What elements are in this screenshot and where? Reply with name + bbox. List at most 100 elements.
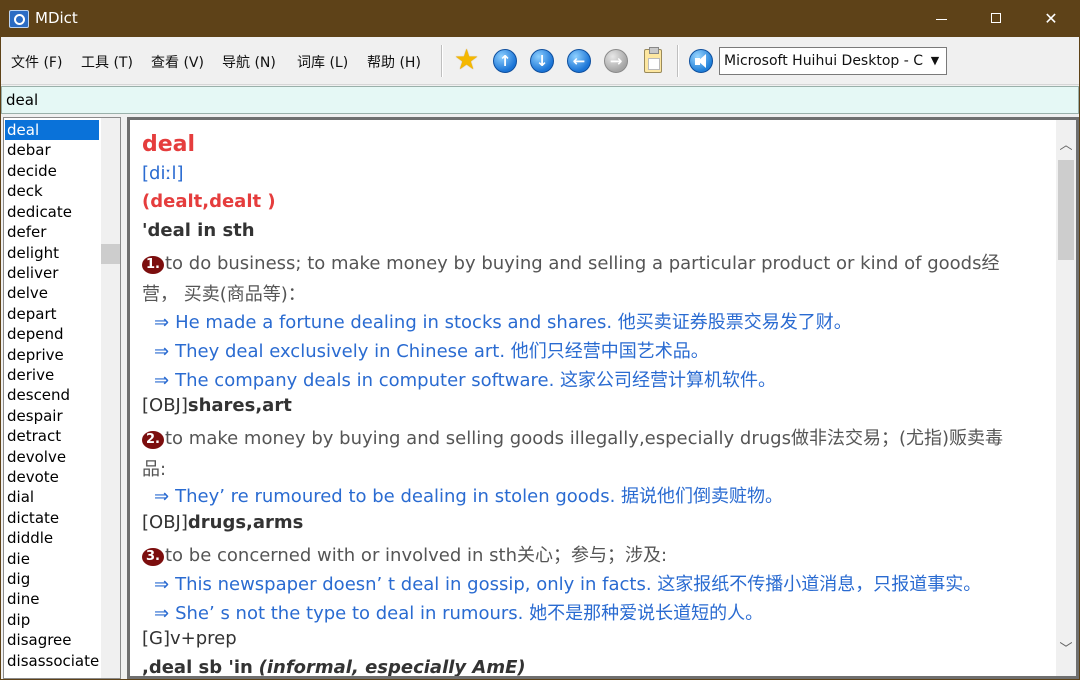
verb-forms: (dealt,dealt ) xyxy=(142,191,276,212)
list-item[interactable]: dedicate xyxy=(5,202,99,222)
example-arrow-icon: ⇒ xyxy=(154,370,170,391)
back-button[interactable]: ← xyxy=(565,47,593,75)
toolbar-separator xyxy=(441,45,443,77)
voice-selected-value: Microsoft Huihui Desktop - C xyxy=(724,53,924,69)
definition-scroll-thumb[interactable] xyxy=(1058,160,1074,260)
definition-scrollbar[interactable]: ︿ ﹀ xyxy=(1056,120,1076,676)
clipboard-button[interactable] xyxy=(639,47,667,75)
list-item[interactable]: deprive xyxy=(5,345,99,365)
menu-tools[interactable]: 工具 (T) xyxy=(81,52,133,72)
sense-2-continued: 品: xyxy=(142,459,167,480)
list-item[interactable]: deck xyxy=(5,181,99,201)
list-item[interactable]: deal xyxy=(5,120,99,140)
example-sentence: ⇒ He made a fortune dealing in stocks and… xyxy=(154,312,852,333)
clipboard-icon xyxy=(644,47,662,73)
sense-number: 3. xyxy=(142,548,164,566)
menu-help[interactable]: 帮助 (H) xyxy=(367,52,421,72)
close-icon: ✕ xyxy=(1044,9,1058,28)
list-item[interactable]: dictate xyxy=(5,508,99,528)
list-item[interactable]: decide xyxy=(5,161,99,181)
list-item[interactable]: disassociate xyxy=(5,651,99,671)
headword: deal xyxy=(142,132,196,157)
list-item[interactable]: dip xyxy=(5,610,99,630)
sense-number: 2. xyxy=(142,431,164,449)
sense-1-continued: 营， 买卖(商品等)： xyxy=(142,284,306,305)
forward-button[interactable]: → xyxy=(602,47,630,75)
list-item[interactable]: dine xyxy=(5,589,99,609)
sense-2: 2. to make money by buying and selling go… xyxy=(142,424,1003,450)
example-arrow-icon: ⇒ xyxy=(154,603,170,624)
grammar-code: [G]v+prep xyxy=(142,628,237,649)
search-bar xyxy=(1,86,1079,114)
grammar-pattern: [OBJ]drugs,arms xyxy=(142,512,304,533)
window-title: MDict xyxy=(35,9,78,27)
scroll-down-icon[interactable]: ﹀ xyxy=(1056,640,1076,660)
minimize-icon xyxy=(936,19,947,20)
scroll-up-icon[interactable]: ︿ xyxy=(1056,136,1076,156)
list-item[interactable]: defer xyxy=(5,222,99,242)
example-sentence: ⇒ This newspaper doesn’ t deal in gossip,… xyxy=(154,574,982,595)
word-list-scrollbar[interactable] xyxy=(101,118,120,678)
minimize-button[interactable] xyxy=(913,1,969,37)
arrow-left-icon: ← xyxy=(567,49,591,73)
sense-text: to be concerned with or involved in sth关… xyxy=(165,545,668,566)
example-arrow-icon: ⇒ xyxy=(154,574,170,595)
sense-3: 3. to be concerned with or involved in st… xyxy=(142,541,667,567)
word-list: deal debar decide deck dedicate defer de… xyxy=(3,117,121,679)
sense-text: to do business; to make money by buying … xyxy=(165,253,1000,274)
list-item[interactable]: descend xyxy=(5,385,99,405)
example-sentence: ⇒ They’ re rumoured to be dealing in stol… xyxy=(154,486,784,507)
previous-word-button[interactable]: ↑ xyxy=(491,47,519,75)
mdict-window: MDict ✕ 文件 (F) 工具 (T) 查看 (V) 导航 (N) 词库 (… xyxy=(0,0,1080,680)
voice-select[interactable]: Microsoft Huihui Desktop - C ▼ xyxy=(719,47,947,75)
speak-button[interactable] xyxy=(687,47,715,75)
maximize-button[interactable] xyxy=(968,1,1024,37)
menu-library[interactable]: 词库 (L) xyxy=(297,52,348,72)
list-item[interactable]: dial xyxy=(5,487,99,507)
toolbar-separator xyxy=(677,45,679,77)
list-item[interactable]: detract xyxy=(5,426,99,446)
phrasal-heading: ,deal sb 'in (informal, especially AmE) xyxy=(142,657,526,678)
mdict-logo-icon xyxy=(9,10,29,28)
list-item[interactable]: derive xyxy=(5,365,99,385)
list-item[interactable]: deliver xyxy=(5,263,99,283)
menu-view[interactable]: 查看 (V) xyxy=(151,52,204,72)
menu-toolbar: 文件 (F) 工具 (T) 查看 (V) 导航 (N) 词库 (L) 帮助 (H… xyxy=(1,37,1079,85)
star-icon: ★ xyxy=(454,43,480,76)
example-sentence: ⇒ The company deals in computer software.… xyxy=(154,370,777,391)
list-item[interactable]: depend xyxy=(5,324,99,344)
grammar-pattern: [OBJ]shares,art xyxy=(142,395,292,416)
list-item[interactable]: devote xyxy=(5,467,99,487)
word-list-scroll-thumb[interactable] xyxy=(101,244,120,264)
search-input[interactable] xyxy=(6,90,906,110)
chevron-down-icon[interactable]: ▼ xyxy=(926,51,944,71)
list-item[interactable]: delve xyxy=(5,283,99,303)
list-item[interactable]: depart xyxy=(5,304,99,324)
list-item[interactable]: despair xyxy=(5,406,99,426)
speaker-icon xyxy=(689,49,713,73)
title-bar: MDict ✕ xyxy=(1,1,1079,37)
list-item[interactable]: diddle xyxy=(5,528,99,548)
phonetic: [diːl] xyxy=(142,163,184,184)
close-button[interactable]: ✕ xyxy=(1023,1,1079,37)
list-item[interactable]: devolve xyxy=(5,447,99,467)
phrasal-heading: 'deal in sth xyxy=(142,220,255,241)
favorite-button[interactable]: ★ xyxy=(454,43,482,76)
arrow-up-icon: ↑ xyxy=(493,49,517,73)
list-item[interactable]: debar xyxy=(5,140,99,160)
list-item[interactable]: delight xyxy=(5,243,99,263)
example-arrow-icon: ⇒ xyxy=(154,486,170,507)
next-word-button[interactable]: ↓ xyxy=(528,47,556,75)
definition-pane: deal [diːl] (dealt,dealt ) 'deal in sth … xyxy=(127,117,1079,679)
sense-1: 1. to do business; to make money by buyin… xyxy=(142,249,1000,275)
sense-text: to make money by buying and selling good… xyxy=(165,428,1004,449)
list-item[interactable]: die xyxy=(5,549,99,569)
example-arrow-icon: ⇒ xyxy=(154,341,170,362)
menu-navigate[interactable]: 导航 (N) xyxy=(222,52,276,72)
menu-file[interactable]: 文件 (F) xyxy=(11,52,62,72)
sense-number: 1. xyxy=(142,256,164,274)
arrow-right-icon: → xyxy=(604,49,628,73)
list-item[interactable]: dig xyxy=(5,569,99,589)
list-item[interactable]: disagree xyxy=(5,630,99,650)
example-sentence: ⇒ They deal exclusively in Chinese art. 他… xyxy=(154,341,709,362)
